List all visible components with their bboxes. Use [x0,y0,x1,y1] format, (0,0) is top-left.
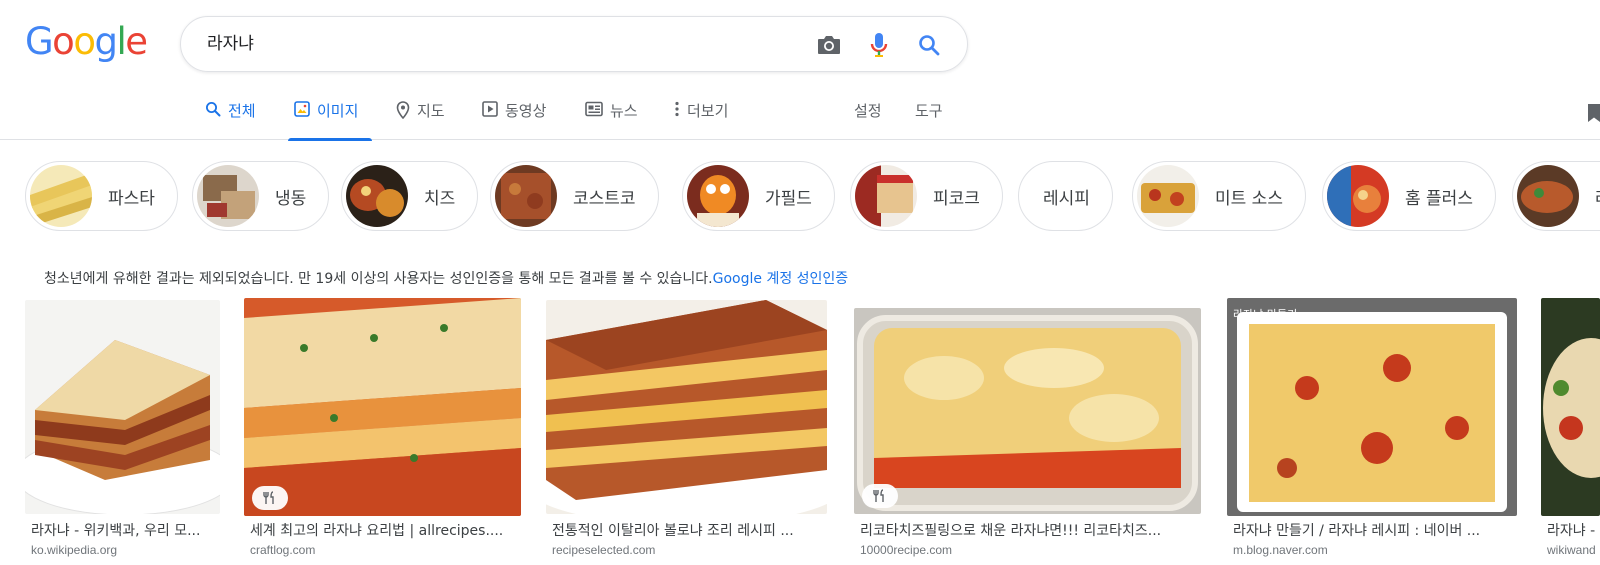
image-overlay-text: 라자냐 만들기 [1233,308,1298,321]
result-title[interactable]: 리코타치즈필링으로 채운 라자냐면!!! 리코타치즈... [860,520,1202,540]
search-icon[interactable] [915,31,943,59]
result-source[interactable]: m.blog.naver.com [1233,543,1328,557]
result-source[interactable]: wikiwand [1547,543,1596,557]
chip-label: 파스타 [108,188,155,209]
tab-label: 동영상 [505,102,547,120]
result-title[interactable]: 전통적인 이탈리아 볼로냐 조리 레시피 ... [552,520,828,540]
tab-images[interactable]: 이미지 [287,90,373,141]
chip-label: 치즈 [424,188,456,209]
result-source[interactable]: recipeselected.com [552,543,655,557]
result-title[interactable]: 세계 최고의 라자냐 요리법 | allrecipes.... [250,520,522,540]
chip-garfield[interactable]: 가필드 [682,161,835,231]
tools-link[interactable]: 도구 [915,90,943,140]
chip-costco[interactable]: 코스트코 [490,161,659,231]
chip-label: 피코크 [933,188,980,209]
result-image[interactable] [546,300,827,514]
bookmark-icon[interactable] [1588,104,1600,127]
notice-text: 청소년에게 유해한 결과는 제외되었습니다. 만 19세 이상의 사용자는 성인… [44,271,713,287]
camera-icon[interactable] [815,31,843,59]
chip-label: 코스트코 [573,188,636,209]
chip-thumbnail [1137,165,1199,227]
result-title[interactable]: 라자냐 만들기 / 라자냐 레시피 : 네이버 ... [1233,520,1518,540]
chip-thumbnail [1517,165,1579,227]
result-source[interactable]: 10000recipe.com [860,543,952,557]
result-title[interactable]: 라자냐 - 위키백과, 우리 모... [31,520,221,540]
tab-videos[interactable]: 동영상 [482,90,546,140]
related-search-chips: 파스타 냉동 치즈 코스트코 가필드 피코크 레시피 미트 소스 홈 플러스 라 [0,157,1600,233]
result-title[interactable]: 라자냐 - [1547,520,1600,540]
search-input[interactable]: 라자냐 [207,17,254,71]
chip-thumbnail [197,165,259,227]
recipe-badge-icon [862,484,898,508]
image-icon [294,101,310,117]
chip-label: 레시피 [1043,188,1090,209]
chip-partial[interactable]: 라 [1512,161,1600,231]
tab-label: 이미지 [317,102,359,120]
search-box[interactable]: 라자냐 [180,16,968,72]
chip-peacock[interactable]: 피코크 [850,161,1003,231]
chip-homeplus[interactable]: 홈 플러스 [1322,161,1496,231]
chip-label: 미트 소스 [1215,188,1283,209]
logo-letter: G [25,20,54,63]
chip-thumbnail [346,165,408,227]
adult-verification-link[interactable]: Google 계정 성인인증 [713,271,849,287]
tab-all[interactable]: 전체 [205,90,256,140]
settings-label: 설정 [854,102,882,120]
chip-label: 홈 플러스 [1405,188,1473,209]
result-image[interactable] [1541,298,1600,516]
play-icon [482,101,498,117]
location-pin-icon [396,101,410,119]
chip-label: 가필드 [765,188,812,209]
logo-letter: o [52,20,75,63]
tab-label: 더보기 [687,102,729,120]
microphone-icon[interactable] [865,31,893,59]
google-logo[interactable]: Google [25,20,148,64]
tab-label: 뉴스 [610,102,638,120]
tab-label: 전체 [228,102,256,120]
logo-letter: l [116,20,126,63]
logo-letter: e [125,20,148,63]
chip-thumbnail [30,165,92,227]
tools-label: 도구 [915,102,943,120]
search-icon [206,102,221,117]
newspaper-icon [585,101,603,117]
result-source[interactable]: ko.wikipedia.org [31,543,117,557]
logo-letter: g [94,20,118,63]
tab-label: 지도 [417,102,445,120]
logo-letter: o [73,20,96,63]
chip-meat-sauce[interactable]: 미트 소스 [1132,161,1306,231]
tab-news[interactable]: 뉴스 [585,90,638,140]
chip-pasta[interactable]: 파스타 [25,161,178,231]
chip-frozen[interactable]: 냉동 [192,161,330,231]
tab-maps[interactable]: 지도 [396,90,445,140]
chip-thumbnail [687,165,749,227]
settings-link[interactable]: 설정 [854,90,882,140]
more-vert-icon [675,101,679,117]
chip-label: 라 [1595,184,1600,209]
chip-recipe[interactable]: 레시피 [1018,161,1113,231]
result-image[interactable] [25,300,220,514]
tab-more[interactable]: 더보기 [674,90,728,140]
chip-thumbnail [495,165,557,227]
search-tabs: 전체 이미지 지도 동영상 뉴스 더보기 설정 도구 [0,90,1600,141]
chip-label: 냉동 [275,188,307,209]
chip-thumbnail [1327,165,1389,227]
result-source[interactable]: craftlog.com [250,543,315,557]
safe-search-notice: 청소년에게 유해한 결과는 제외되었습니다. 만 19세 이상의 사용자는 성인… [44,268,848,288]
result-image[interactable]: 라자냐 만들기 [1227,298,1517,516]
result-image[interactable] [854,308,1201,514]
recipe-badge-icon [252,486,288,510]
chip-thumbnail [855,165,917,227]
chip-cheese[interactable]: 치즈 [341,161,479,231]
result-image[interactable] [244,298,521,516]
